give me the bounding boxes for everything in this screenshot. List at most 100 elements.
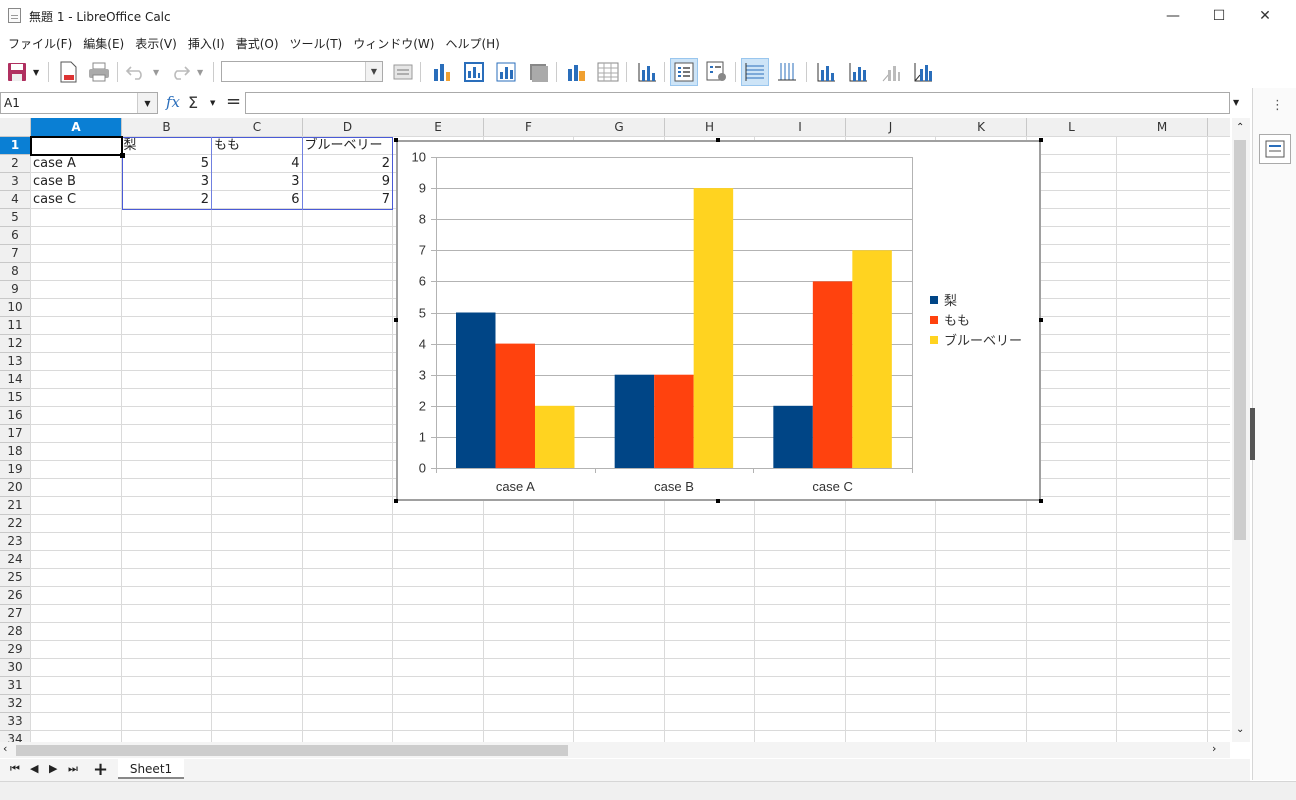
cell-d3[interactable]: 9 xyxy=(303,173,393,191)
expand-formula-icon[interactable]: ▼ xyxy=(1233,98,1239,107)
undo-icon[interactable] xyxy=(122,58,150,86)
chevron-down-icon[interactable]: ▼ xyxy=(137,93,157,113)
all-axes-icon[interactable] xyxy=(909,58,937,86)
active-cell-cursor xyxy=(30,136,125,158)
cell-c4[interactable]: 6 xyxy=(212,191,302,209)
cell-c1[interactable]: もも xyxy=(212,137,302,155)
save-icon[interactable] xyxy=(3,58,31,86)
redo-icon[interactable] xyxy=(166,58,194,86)
cell-c3[interactable]: 3 xyxy=(212,173,302,191)
fill-handle[interactable] xyxy=(119,153,125,158)
chart-handle[interactable] xyxy=(716,138,720,142)
chevron-up-icon[interactable]: ⌃ xyxy=(1236,122,1244,133)
save-dropdown-icon[interactable]: ▼ xyxy=(33,68,39,77)
print-icon[interactable] xyxy=(85,58,113,86)
sidebar-collapse-handle[interactable] xyxy=(1250,408,1255,460)
menu-insert[interactable]: 挿入(I) xyxy=(184,32,232,54)
chart-handle[interactable] xyxy=(716,499,720,503)
horizontal-grids-icon[interactable] xyxy=(741,58,769,86)
bar xyxy=(812,281,853,468)
legend-format-icon[interactable] xyxy=(703,58,731,86)
chart-handle[interactable] xyxy=(394,499,398,503)
previous-sheet-icon[interactable]: ◀ xyxy=(30,762,38,775)
horizontal-scroll-thumb[interactable] xyxy=(16,745,568,756)
chevron-left-icon[interactable]: ‹ xyxy=(3,742,7,755)
chart-bars-icon[interactable] xyxy=(633,58,661,86)
y-axis-icon[interactable] xyxy=(844,58,872,86)
cell-c2[interactable]: 4 xyxy=(212,155,302,173)
chevron-down-icon[interactable]: ⌄ xyxy=(1236,724,1244,735)
x-tick-label: case B xyxy=(654,479,694,494)
chart-handle[interactable] xyxy=(394,138,398,142)
menu-edit[interactable]: 編集(E) xyxy=(79,32,131,54)
legend-label: もも xyxy=(944,314,970,329)
z-axis-icon[interactable] xyxy=(877,58,905,86)
menu-window[interactable]: ウィンドウ(W) xyxy=(349,32,441,54)
chart-title-icon[interactable] xyxy=(460,58,488,86)
data-table-icon[interactable] xyxy=(594,58,622,86)
menu-view[interactable]: 表示(V) xyxy=(131,32,184,54)
first-sheet-icon[interactable]: ⏮ xyxy=(10,762,20,776)
chart-element-select[interactable]: ▼ xyxy=(221,61,383,82)
x-axis-icon[interactable] xyxy=(812,58,840,86)
formula-input[interactable] xyxy=(245,92,1230,114)
formula-icon[interactable]: = xyxy=(226,91,241,112)
function-wizard-icon[interactable]: fx xyxy=(166,93,180,111)
cell-b2[interactable]: 5 xyxy=(122,155,212,173)
bar xyxy=(535,405,575,468)
menu-tools[interactable]: ツール(T) xyxy=(286,32,350,54)
legend-on-off-icon[interactable] xyxy=(670,58,698,86)
undo-dropdown-icon[interactable]: ▼ xyxy=(153,68,159,77)
chart-handle[interactable] xyxy=(1039,138,1043,142)
legend-swatch xyxy=(930,296,938,304)
close-button[interactable]: ✕ xyxy=(1242,0,1288,32)
legend-label: ブルーベリー xyxy=(944,333,1022,349)
sheet-tab[interactable]: Sheet1 xyxy=(118,759,184,779)
cell-d2[interactable]: 2 xyxy=(303,155,393,173)
sum-icon[interactable]: Σ xyxy=(188,93,198,112)
last-sheet-icon[interactable]: ⏭ xyxy=(68,762,78,776)
chart-wall-icon[interactable] xyxy=(492,58,520,86)
cell-d1[interactable]: ブルーベリー xyxy=(303,137,393,155)
minimize-button[interactable]: — xyxy=(1150,0,1196,32)
chevron-right-icon[interactable]: › xyxy=(1212,742,1216,755)
name-box-value: A1 xyxy=(4,96,20,110)
toolbar: ▼ ▼ ▼ ▼ xyxy=(0,56,1296,88)
sum-dropdown-icon[interactable]: ▼ xyxy=(210,99,215,107)
data-range-icon[interactable] xyxy=(562,58,590,86)
vertical-scroll-thumb[interactable] xyxy=(1234,140,1246,540)
cell-b1[interactable]: 梨 xyxy=(122,137,212,155)
cell-a3[interactable]: case B xyxy=(31,173,121,191)
cell-b4[interactable]: 2 xyxy=(122,191,212,209)
cell-a4[interactable]: case C xyxy=(31,191,121,209)
chart-handle[interactable] xyxy=(394,318,398,322)
menu-help[interactable]: ヘルプ(H) xyxy=(441,32,506,54)
chart-area-icon[interactable] xyxy=(524,58,552,86)
chart-type-icon[interactable] xyxy=(428,58,456,86)
chevron-down-icon[interactable]: ▼ xyxy=(365,62,382,81)
menu-file[interactable]: ファイル(F) xyxy=(4,32,79,54)
menu-format[interactable]: 書式(O) xyxy=(232,32,286,54)
bar xyxy=(693,188,734,468)
cell-d4[interactable]: 7 xyxy=(303,191,393,209)
chart-handle[interactable] xyxy=(1039,318,1043,322)
maximize-button[interactable]: ☐ xyxy=(1196,0,1242,32)
next-sheet-icon[interactable]: ▶ xyxy=(49,762,57,775)
y-tick-label: 5 xyxy=(419,306,426,321)
bar-chart[interactable]: 0 1 2 3 4 5 6 7 8 9 10 case A case B case C 梨もも ブルーベリー xyxy=(396,140,1041,501)
vertical-grids-icon[interactable] xyxy=(773,58,801,86)
chart-handle[interactable] xyxy=(1039,499,1043,503)
more-options-icon[interactable]: ⋮ xyxy=(1271,98,1284,113)
properties-icon[interactable] xyxy=(1259,134,1291,164)
name-box[interactable]: A1 ▼ xyxy=(0,92,158,114)
cell-b3[interactable]: 3 xyxy=(122,173,212,191)
add-sheet-icon[interactable]: + xyxy=(93,759,108,780)
format-selection-icon[interactable] xyxy=(389,58,417,86)
redo-dropdown-icon[interactable]: ▼ xyxy=(197,68,203,77)
export-pdf-icon[interactable] xyxy=(54,58,82,86)
horizontal-scrollbar[interactable]: ‹ › xyxy=(0,742,1230,758)
cell-a2[interactable]: case A xyxy=(31,155,121,173)
sheet-tab-bar: ⏮ ◀ ▶ ⏭ + Sheet1 xyxy=(0,759,1250,781)
calc-document-icon xyxy=(8,8,21,23)
vertical-scrollbar[interactable]: ⌃ ⌄ xyxy=(1232,118,1250,742)
